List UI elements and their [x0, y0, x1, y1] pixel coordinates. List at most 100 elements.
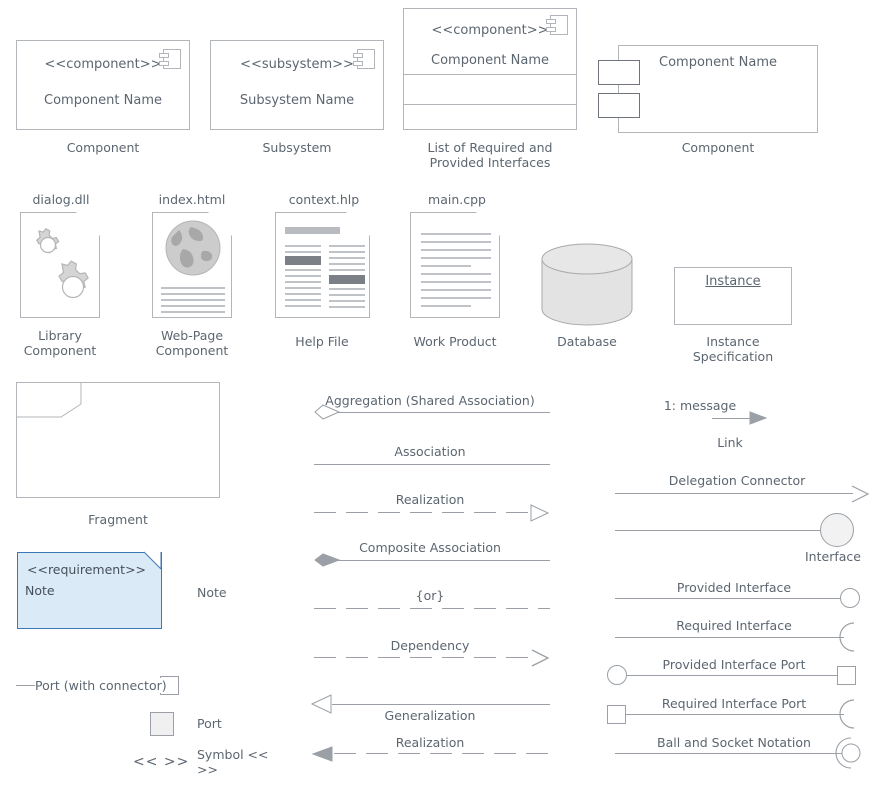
highlight-block: [329, 275, 365, 284]
ball-icon[interactable]: [607, 665, 627, 685]
relationship-label-or: {or}: [415, 588, 445, 603]
interface-label-message: 1: message: [663, 398, 737, 413]
filled-arrow-right-icon: [749, 411, 768, 425]
shape-subsystem[interactable]: <<subsystem>> Subsystem Name: [210, 40, 384, 130]
label-workproduct-filename: main.cpp: [428, 192, 486, 207]
subsystem-name: Subsystem Name: [239, 93, 355, 108]
hollow-diamond-icon: [314, 404, 341, 420]
hollow-arrow-right-icon: [530, 504, 550, 522]
note-fold-icon: [143, 551, 162, 570]
interface-line-provided: [615, 598, 841, 599]
caption-symbol: Symbol << >>: [197, 747, 269, 777]
cylinder-icon: [541, 243, 633, 326]
component-tabs-name: Component Name: [659, 55, 777, 70]
caption-instance-specification: Instance Specification: [692, 334, 774, 364]
component-icon: [159, 49, 181, 69]
text-rule: [329, 288, 365, 290]
caption-work-product: Work Product: [413, 334, 497, 349]
text-rule: [329, 294, 365, 296]
relationship-line-or: [314, 608, 550, 609]
text-rule: [285, 245, 321, 247]
shape-port[interactable]: [150, 712, 174, 736]
caption-port-with-connector: Port (with connector): [35, 678, 167, 693]
label-helpfile-filename: context.hlp: [288, 192, 360, 207]
interface-list-divider-2: [404, 104, 576, 105]
text-rule: [421, 297, 491, 299]
relationship-line-generalization: [332, 704, 550, 705]
open-arrow-right-icon: [851, 485, 870, 503]
interface-label-delegation: Delegation Connector: [668, 473, 806, 488]
stencil-canvas: <<component>> Component Name Component <…: [0, 0, 874, 785]
component-tab-lower: [598, 93, 640, 118]
shape-library-component[interactable]: [20, 212, 100, 318]
interface-label-ball-socket: Ball and Socket Notation: [657, 735, 811, 750]
fragment-outline: [16, 382, 220, 498]
shape-work-product[interactable]: [410, 212, 500, 318]
shape-instance-specification[interactable]: Instance: [674, 267, 792, 325]
text-rule: [421, 249, 491, 251]
text-rule: [285, 251, 321, 253]
interface-line-provided-port: [623, 675, 838, 676]
relationship-label-composite: Composite Association: [359, 540, 501, 555]
text-rule: [421, 241, 491, 243]
caption-component: Component: [66, 140, 140, 155]
text-rule: [285, 281, 321, 283]
text-rule: [421, 281, 491, 283]
text-rule: [285, 275, 321, 277]
text-rule: [161, 293, 225, 295]
text-rule: [161, 287, 225, 289]
caption-webpage-component: Web-Page Component: [155, 328, 229, 358]
shape-help-file[interactable]: [275, 212, 370, 318]
shape-component-tabs[interactable]: Component Name: [618, 45, 818, 133]
component-icon: [353, 49, 375, 69]
interface-line-delegation: [615, 493, 853, 494]
label-library-filename: dialog.dll: [32, 192, 90, 207]
ball-icon[interactable]: [840, 588, 860, 608]
socket-icon[interactable]: [839, 699, 866, 729]
shape-symbol-guillemets[interactable]: << >>: [133, 755, 189, 770]
interface-label-provided: Provided Interface: [676, 580, 792, 595]
relationship-label-aggregation: Aggregation (Shared Association): [325, 393, 535, 408]
shape-note[interactable]: <<requirement>> Note: [17, 551, 162, 629]
caption-interface-list: List of Required and Provided Interfaces: [427, 140, 553, 170]
interface-line-link: [712, 418, 752, 419]
page-fold-icon: [346, 212, 370, 236]
interface-list-divider-1: [404, 74, 576, 75]
relationship-label-association: Association: [394, 444, 466, 459]
socket-icon[interactable]: [839, 622, 866, 652]
text-rule: [421, 265, 471, 267]
ball-icon[interactable]: [820, 513, 854, 547]
relationship-line-composite: [330, 560, 550, 561]
text-rule: [329, 245, 365, 247]
text-rule: [329, 300, 365, 302]
port-square-icon[interactable]: [607, 705, 626, 724]
interface-line-ball-socket: [615, 753, 843, 754]
caption-help-file: Help File: [295, 334, 349, 349]
globe-icon: [165, 220, 221, 276]
note-stereotype: <<requirement>>: [27, 562, 147, 577]
relationship-line-aggregation: [330, 412, 550, 413]
shape-component[interactable]: <<component>> Component Name: [16, 40, 190, 130]
shape-database[interactable]: [541, 243, 633, 326]
relationship-line-dependency: [314, 657, 528, 658]
interface-line-required-port: [623, 714, 844, 715]
title-block: [285, 227, 340, 234]
caption-database: Database: [557, 334, 617, 349]
text-rule: [161, 299, 225, 301]
relationship-label-generalization: Generalization: [384, 708, 476, 723]
text-rule: [329, 306, 365, 308]
relationship-label-dependency: Dependency: [390, 638, 470, 653]
ball-and-socket-icon[interactable]: [835, 736, 868, 770]
caption-subsystem: Subsystem: [262, 140, 332, 155]
shape-webpage-component[interactable]: [152, 212, 232, 318]
shape-fragment[interactable]: [16, 382, 220, 498]
text-rule: [329, 251, 365, 253]
shape-interface-list[interactable]: <<component>> Component Name: [403, 8, 577, 130]
port-square-icon[interactable]: [837, 666, 856, 685]
text-rule: [161, 305, 225, 307]
text-rule: [285, 305, 321, 307]
relationship-label-realization-1: Realization: [395, 492, 465, 507]
interface-label-required: Required Interface: [676, 618, 792, 633]
interface-line-interface: [615, 530, 821, 531]
caption-component-tabs: Component: [681, 140, 755, 155]
